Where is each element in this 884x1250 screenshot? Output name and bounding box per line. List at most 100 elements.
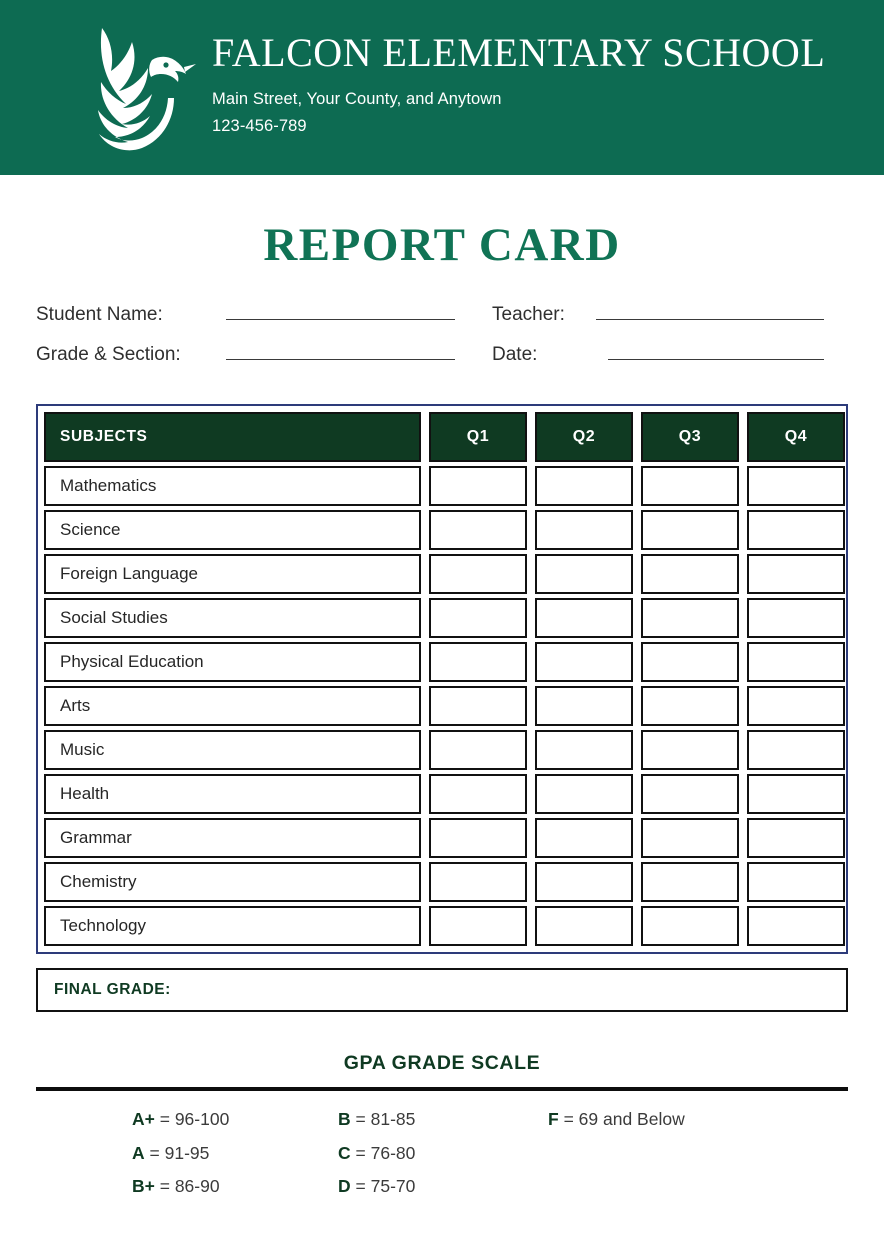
grade-input-q2[interactable] <box>535 906 633 946</box>
grade-input-q2[interactable] <box>535 510 633 550</box>
teacher-input[interactable] <box>596 300 824 320</box>
gpa-range: = 76-80 <box>355 1142 416 1163</box>
grade-input-q3[interactable] <box>641 818 739 858</box>
grade-input-q2[interactable] <box>535 642 633 682</box>
grade-section-row: Grade & Section: <box>36 340 491 380</box>
grade-input-q4[interactable] <box>747 466 845 506</box>
column-header-q2: Q2 <box>535 412 633 462</box>
student-name-label: Student Name: <box>36 304 163 325</box>
grade-input-q3[interactable] <box>641 774 739 814</box>
grade-input-q3[interactable] <box>641 686 739 726</box>
grade-input-q2[interactable] <box>535 862 633 902</box>
student-info-left-column: Student Name: Grade & Section: <box>36 300 491 380</box>
teacher-label: Teacher: <box>492 304 565 325</box>
teacher-row: Teacher: <box>492 300 848 340</box>
grade-input-q1[interactable] <box>429 510 527 550</box>
gpa-scale-grid: A+ = 96-100 A = 91-95 B+ = 86-90 B = 81-… <box>36 1109 848 1212</box>
school-name: FALCON ELEMENTARY SCHOOL <box>212 30 826 76</box>
grade-input-q1[interactable] <box>429 466 527 506</box>
subject-name: Physical Education <box>44 642 421 682</box>
grade-input-q3[interactable] <box>641 554 739 594</box>
grade-input-q4[interactable] <box>747 554 845 594</box>
subject-name: Health <box>44 774 421 814</box>
student-name-input[interactable] <box>226 300 455 320</box>
grade-input-q1[interactable] <box>429 818 527 858</box>
date-input[interactable] <box>608 340 824 360</box>
grade-input-q4[interactable] <box>747 862 845 902</box>
subject-name: Foreign Language <box>44 554 421 594</box>
grade-input-q3[interactable] <box>641 906 739 946</box>
grade-input-q4[interactable] <box>747 642 845 682</box>
grade-input-q4[interactable] <box>747 818 845 858</box>
grade-input-q3[interactable] <box>641 642 739 682</box>
grade-section-input[interactable] <box>226 340 455 360</box>
date-row: Date: <box>492 340 848 380</box>
grade-input-q1[interactable] <box>429 598 527 638</box>
grade-input-q4[interactable] <box>747 906 845 946</box>
gpa-letter: B+ <box>132 1176 155 1196</box>
grades-table: SUBJECTS Q1 Q2 Q3 Q4 Mathematics Science… <box>36 404 848 954</box>
table-row: Science <box>44 510 845 550</box>
student-info-right-column: Teacher: Date: <box>491 300 848 380</box>
grade-input-q1[interactable] <box>429 642 527 682</box>
school-header-banner: FALCON ELEMENTARY SCHOOL Main Street, Yo… <box>0 0 884 175</box>
grade-input-q4[interactable] <box>747 686 845 726</box>
column-header-q4: Q4 <box>747 412 845 462</box>
subject-name: Music <box>44 730 421 770</box>
grade-input-q3[interactable] <box>641 862 739 902</box>
gpa-entry: C = 76-80 <box>338 1142 548 1163</box>
subject-name: Social Studies <box>44 598 421 638</box>
subject-name: Chemistry <box>44 862 421 902</box>
grade-input-q1[interactable] <box>429 862 527 902</box>
falcon-bird-logo-icon <box>78 22 196 154</box>
student-info-section: Student Name: Grade & Section: Teacher: … <box>36 300 848 380</box>
school-phone: 123-456-789 <box>212 116 307 135</box>
grade-input-q1[interactable] <box>429 906 527 946</box>
grade-input-q2[interactable] <box>535 774 633 814</box>
grade-input-q4[interactable] <box>747 774 845 814</box>
subject-name: Mathematics <box>44 466 421 506</box>
gpa-range: = 81-85 <box>355 1109 416 1129</box>
table-row: Mathematics <box>44 466 845 506</box>
grade-input-q1[interactable] <box>429 554 527 594</box>
gpa-letter: A+ <box>132 1109 155 1129</box>
date-label: Date: <box>492 344 538 365</box>
grade-input-q3[interactable] <box>641 598 739 638</box>
final-grade-label: FINAL GRADE: <box>54 981 171 998</box>
school-identity-text: FALCON ELEMENTARY SCHOOL Main Street, Yo… <box>212 32 825 143</box>
gpa-letter: B <box>338 1109 351 1129</box>
grade-input-q2[interactable] <box>535 818 633 858</box>
subject-name: Science <box>44 510 421 550</box>
gpa-letter: A <box>132 1142 145 1163</box>
table-row: Health <box>44 774 845 814</box>
grade-input-q2[interactable] <box>535 686 633 726</box>
grade-input-q3[interactable] <box>641 466 739 506</box>
grade-input-q2[interactable] <box>535 466 633 506</box>
final-grade-row[interactable]: FINAL GRADE: <box>36 968 848 1012</box>
gpa-range: = 91-95 <box>149 1142 210 1163</box>
gpa-range: = 75-70 <box>355 1176 416 1196</box>
grade-input-q4[interactable] <box>747 510 845 550</box>
table-row: Social Studies <box>44 598 845 638</box>
gpa-scale-divider <box>36 1087 848 1091</box>
gpa-letter: C <box>338 1142 351 1163</box>
column-header-q1: Q1 <box>429 412 527 462</box>
grade-input-q1[interactable] <box>429 774 527 814</box>
table-row: Physical Education <box>44 642 845 682</box>
table-row: Arts <box>44 686 845 726</box>
grade-input-q2[interactable] <box>535 554 633 594</box>
grade-input-q3[interactable] <box>641 510 739 550</box>
gpa-entry: B+ = 86-90 <box>132 1176 338 1196</box>
gpa-column-1: A+ = 96-100 A = 91-95 B+ = 86-90 <box>132 1109 338 1212</box>
table-row: Foreign Language <box>44 554 845 594</box>
gpa-letter: D <box>338 1176 351 1196</box>
grade-input-q1[interactable] <box>429 686 527 726</box>
gpa-entry: B = 81-85 <box>338 1109 548 1129</box>
grade-input-q4[interactable] <box>747 730 845 770</box>
grade-input-q1[interactable] <box>429 730 527 770</box>
grade-input-q4[interactable] <box>747 598 845 638</box>
grade-input-q2[interactable] <box>535 598 633 638</box>
grade-input-q3[interactable] <box>641 730 739 770</box>
grade-input-q2[interactable] <box>535 730 633 770</box>
table-row: Grammar <box>44 818 845 858</box>
